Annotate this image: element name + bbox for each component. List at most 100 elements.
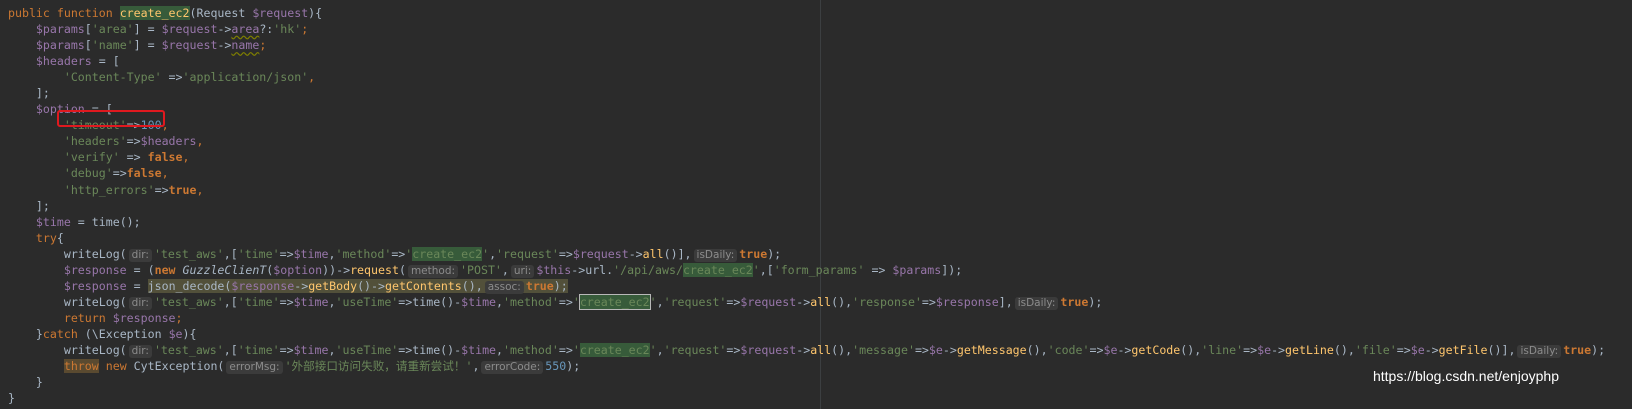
string: '	[572, 342, 580, 357]
code-text: ] =	[133, 22, 162, 37]
parameter-hint: errorMsg:	[226, 361, 283, 375]
code-text: ]);	[941, 262, 963, 277]
variable: $response	[231, 278, 295, 293]
variable: $headers	[140, 134, 197, 149]
code-text: =>	[914, 342, 929, 357]
code-text: ];	[35, 198, 50, 213]
code-editor[interactable]: public function create_ec2(Request $requ…	[0, 0, 1632, 409]
code-text: (),	[831, 342, 853, 357]
keyword: false	[126, 166, 162, 181]
code-text: ->	[217, 38, 232, 53]
code-line-10: 'verify' => false,	[8, 149, 1605, 165]
code-text: ,	[656, 342, 664, 357]
string: 'code'	[1047, 342, 1090, 357]
string: 'message'	[852, 342, 915, 357]
code-text: ,[	[223, 294, 238, 309]
code-text: ,	[196, 134, 204, 149]
variable: $response	[63, 278, 127, 293]
code-text: ],	[998, 294, 1013, 309]
parameter-hint: dir:	[128, 248, 152, 262]
code-text: =>time()-	[398, 294, 462, 309]
string: 'response'	[852, 294, 922, 309]
string: '	[649, 342, 657, 357]
code-block[interactable]: public function create_ec2(Request $requ…	[8, 5, 1605, 406]
function-name: create_ec2	[119, 6, 190, 20]
string: 'request'	[496, 246, 559, 261]
keyword: catch	[42, 326, 78, 341]
property: name	[231, 38, 260, 53]
code-text: ->	[942, 342, 957, 357]
variable: $option	[273, 262, 323, 277]
code-line-15: try{	[8, 230, 1605, 246]
code-line-22: writeLog(dir:'test_aws',['time'=>$time,'…	[8, 342, 1605, 358]
variable: $request	[252, 6, 309, 20]
variable: $time	[293, 246, 329, 261]
variable: $time	[35, 214, 71, 229]
method: getLine	[1285, 342, 1334, 357]
code-text: =>	[864, 262, 893, 277]
keyword: true	[168, 182, 197, 197]
code-text: ,	[308, 70, 316, 85]
code-text: {	[56, 230, 64, 245]
code-text: );	[767, 246, 782, 261]
code-text: =>	[119, 150, 148, 165]
code-line-19: writeLog(dir:'test_aws',['time'=>$time,'…	[8, 293, 1605, 310]
string: 'Content-Type'	[63, 70, 162, 85]
code-text: ,	[501, 262, 509, 277]
class-name: CytException(	[126, 359, 225, 374]
variable: $params	[35, 38, 85, 53]
variable: $request	[740, 342, 797, 357]
code-text: ))->	[322, 262, 351, 277]
code-text: ;	[175, 310, 183, 325]
code-text: );	[1591, 342, 1606, 357]
code-text: =>	[1243, 342, 1258, 357]
string: '	[572, 294, 580, 309]
code-text: ;	[259, 38, 267, 53]
code-text: =>	[558, 246, 573, 261]
keyword: true	[739, 246, 768, 261]
string: 'method'	[503, 294, 559, 309]
code-text: ,	[496, 294, 504, 309]
code-text: (),	[831, 294, 853, 309]
code-line-24: }	[8, 374, 1605, 390]
string: 'POST'	[460, 262, 502, 277]
parameter-hint: method:	[407, 264, 459, 278]
string: '	[752, 262, 760, 277]
code-text: ){	[308, 6, 323, 20]
code-text: ];	[35, 86, 50, 101]
code-text: ,	[489, 246, 497, 261]
code-text: =>	[391, 246, 406, 261]
code-text: = [	[91, 54, 120, 69]
highlighted-expression: json_decode($response->getBody()->getCon…	[147, 278, 568, 294]
string: 'request'	[663, 294, 727, 309]
string: '	[649, 294, 657, 309]
variable: $e	[1257, 342, 1272, 357]
string: 'headers'	[63, 134, 127, 149]
code-text: ->	[1117, 342, 1132, 357]
code-text: }	[35, 375, 43, 390]
code-text: =>	[726, 294, 741, 309]
code-text: = (	[126, 262, 155, 277]
code-text: ->	[796, 342, 811, 357]
string: 'verify'	[63, 150, 120, 165]
code-text: );	[1088, 294, 1103, 309]
code-text: = time();	[70, 214, 141, 229]
string: '	[482, 246, 490, 261]
string: 'file'	[1354, 342, 1397, 357]
parameter-hint: uri:	[510, 264, 535, 278]
code-text: );	[566, 359, 581, 374]
code-text: (Request	[189, 6, 253, 20]
code-text: ->	[1424, 342, 1439, 357]
code-line-16: writeLog(dir:'test_aws',['time'=>$time,'…	[8, 246, 1605, 262]
code-line-25: }	[8, 390, 1605, 406]
code-text: ()],	[1487, 342, 1516, 357]
string: 'hk'	[273, 22, 302, 37]
code-text: ->	[628, 246, 643, 261]
variable: $time	[461, 294, 497, 309]
code-text: =>	[112, 166, 127, 181]
code-text: }	[8, 391, 15, 406]
string: 'useTime'	[335, 294, 399, 309]
variable: $response	[63, 262, 127, 277]
code-line-9: 'headers'=>$headers,	[8, 133, 1605, 149]
